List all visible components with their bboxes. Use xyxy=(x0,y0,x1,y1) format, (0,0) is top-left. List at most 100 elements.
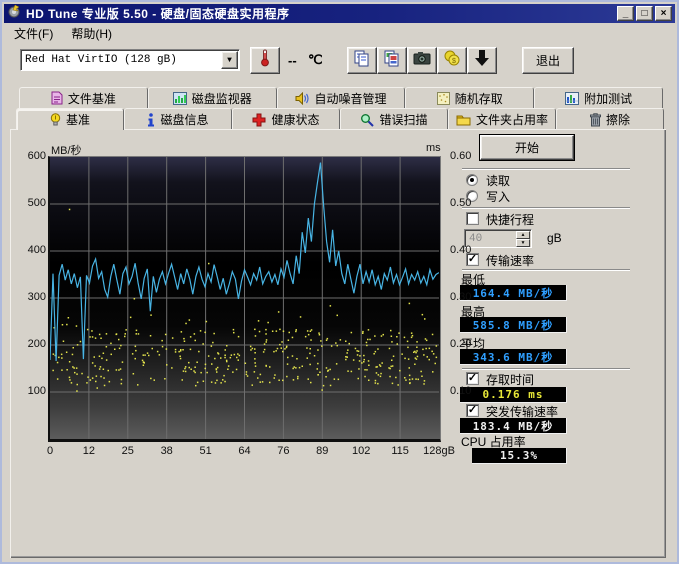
thermometer-icon xyxy=(259,49,271,72)
camera-icon xyxy=(413,51,431,70)
coins-icon: $ xyxy=(443,49,461,72)
tab-label: 附加测试 xyxy=(584,90,632,107)
random-access-icon xyxy=(437,92,450,105)
tab-file-benchmark[interactable]: 文件基准 xyxy=(19,87,148,108)
tab-label: 基准 xyxy=(66,111,90,128)
burst-rate-value: 183.4 MB/秒 xyxy=(460,418,567,434)
separator xyxy=(462,168,630,170)
erase-icon xyxy=(590,113,601,127)
title-bar[interactable]: HD Tune 专业版 5.50 - 硬盘/固态硬盘实用程序 _ □ × xyxy=(4,4,675,23)
transfer-rate-label[interactable]: 传输速率 xyxy=(486,252,534,269)
x-axis-tick: 128gB xyxy=(417,445,461,457)
tab-extra-tests[interactable]: 附加测试 xyxy=(534,87,663,108)
drive-select[interactable]: Red Hat VirtIO (128 gB) ▼ xyxy=(20,49,240,71)
burst-rate-checkbox[interactable]: ✓ xyxy=(466,404,479,417)
tab-label: 磁盘监视器 xyxy=(192,90,252,107)
disk-info-icon xyxy=(147,113,155,127)
app-window: HD Tune 专业版 5.50 - 硬盘/固态硬盘实用程序 _ □ × 文件(… xyxy=(0,0,679,564)
tab-noise-management[interactable]: 自动噪音管理 xyxy=(277,87,406,108)
folder-usage-icon xyxy=(456,114,471,126)
right-axis-unit: ms xyxy=(426,142,441,154)
file-benchmark-icon xyxy=(51,91,63,105)
tab-label: 擦除 xyxy=(606,111,630,128)
tab-benchmark[interactable]: 基准 xyxy=(16,108,124,130)
copy-image-icon xyxy=(383,49,401,72)
y-axis-tick-left: 600 xyxy=(19,150,46,162)
temperature-value: -- xyxy=(288,53,297,68)
x-axis-tick: 102 xyxy=(339,445,383,457)
tab-label: 文件基准 xyxy=(68,90,116,107)
temperature-button[interactable] xyxy=(250,47,280,74)
exit-button[interactable]: 退出 xyxy=(522,47,574,74)
y-axis-tick-right: 0.40 xyxy=(450,244,480,256)
donate-button[interactable]: $ xyxy=(437,47,467,74)
short-stroke-label[interactable]: 快捷行程 xyxy=(486,211,534,228)
y-axis-tick-right: 0.30 xyxy=(450,291,480,303)
y-axis-tick-left: 300 xyxy=(19,291,46,303)
benchmark-chart xyxy=(48,156,441,442)
screenshot-button[interactable] xyxy=(407,47,437,74)
tab-label: 错误扫描 xyxy=(379,111,427,128)
y-axis-tick-left: 100 xyxy=(19,385,46,397)
tab-error-scan[interactable]: 错误扫描 xyxy=(340,108,448,130)
read-radio[interactable] xyxy=(466,174,478,186)
write-radio-label[interactable]: 写入 xyxy=(486,188,510,205)
stepper-arrows[interactable]: ▲▼ xyxy=(516,231,530,246)
tab-folder-usage[interactable]: 文件夹占用率 xyxy=(448,108,556,130)
x-axis-tick: 0 xyxy=(28,445,72,457)
tab-label: 健康状态 xyxy=(271,111,319,128)
benchmark-icon xyxy=(50,113,61,127)
y-axis-tick-right: 0.10 xyxy=(450,385,480,397)
tab-label: 自动噪音管理 xyxy=(314,90,386,107)
short-stroke-checkbox[interactable] xyxy=(466,212,479,225)
menu-help[interactable]: 帮助(H) xyxy=(62,24,121,43)
x-axis-tick: 64 xyxy=(223,445,267,457)
stepper-down-icon[interactable]: ▼ xyxy=(516,239,530,247)
drive-select-value: Red Hat VirtIO (128 gB) xyxy=(25,54,177,66)
x-axis-tick: 89 xyxy=(300,445,344,457)
tab-erase[interactable]: 擦除 xyxy=(556,108,664,130)
start-button[interactable]: 开始 xyxy=(480,135,574,160)
read-radio-label[interactable]: 读取 xyxy=(486,172,510,189)
average-value: 343.6 MB/秒 xyxy=(460,349,567,365)
maximum-value: 585.8 MB/秒 xyxy=(460,317,567,333)
stepper-up-icon[interactable]: ▲ xyxy=(516,231,530,239)
copy-text-button[interactable] xyxy=(347,47,377,74)
minimize-button[interactable]: _ xyxy=(617,6,634,21)
x-axis-tick: 25 xyxy=(106,445,150,457)
access-time-label[interactable]: 存取时间 xyxy=(486,371,534,388)
cpu-usage-value: 15.3% xyxy=(472,448,567,464)
menu-bar: 文件(F) 帮助(H) xyxy=(5,24,674,42)
y-axis-tick-left: 500 xyxy=(19,197,46,209)
tab-disk-info[interactable]: 磁盘信息 xyxy=(124,108,232,130)
access-time-checkbox[interactable]: ✓ xyxy=(466,372,479,385)
health-icon xyxy=(252,113,266,127)
tab-random-access[interactable]: 随机存取 xyxy=(405,87,534,108)
x-axis-tick: 115 xyxy=(378,445,422,457)
tab-row-upper: 文件基准 磁盘监视器 自动噪音管理 随机存取 附加测试 xyxy=(19,87,663,108)
menu-file[interactable]: 文件(F) xyxy=(5,24,62,43)
radio-dot xyxy=(470,178,474,182)
x-axis-tick: 51 xyxy=(184,445,228,457)
separator xyxy=(462,269,630,271)
copy-image-button[interactable] xyxy=(377,47,407,74)
disk-monitor-icon xyxy=(173,92,187,105)
error-scan-icon xyxy=(360,113,374,127)
short-stroke-value: 40 xyxy=(469,233,482,245)
tab-disk-monitor[interactable]: 磁盘监视器 xyxy=(148,87,277,108)
temperature-unit: ℃ xyxy=(308,52,323,68)
y-axis-tick-left: 400 xyxy=(19,244,46,256)
down-arrow-icon xyxy=(474,49,490,72)
maximize-button[interactable]: □ xyxy=(636,6,653,21)
separator xyxy=(462,368,630,370)
close-button[interactable]: × xyxy=(655,6,672,21)
noise-management-icon xyxy=(295,92,309,105)
y-axis-tick-right: 0.50 xyxy=(450,197,480,209)
tab-health[interactable]: 健康状态 xyxy=(232,108,340,130)
short-stroke-unit: gB xyxy=(547,231,562,245)
x-axis-tick: 76 xyxy=(261,445,305,457)
save-results-button[interactable] xyxy=(467,47,497,74)
window-title: HD Tune 专业版 5.50 - 硬盘/固态硬盘实用程序 xyxy=(26,5,289,22)
chevron-down-icon[interactable]: ▼ xyxy=(221,51,238,69)
x-axis-tick: 38 xyxy=(145,445,189,457)
